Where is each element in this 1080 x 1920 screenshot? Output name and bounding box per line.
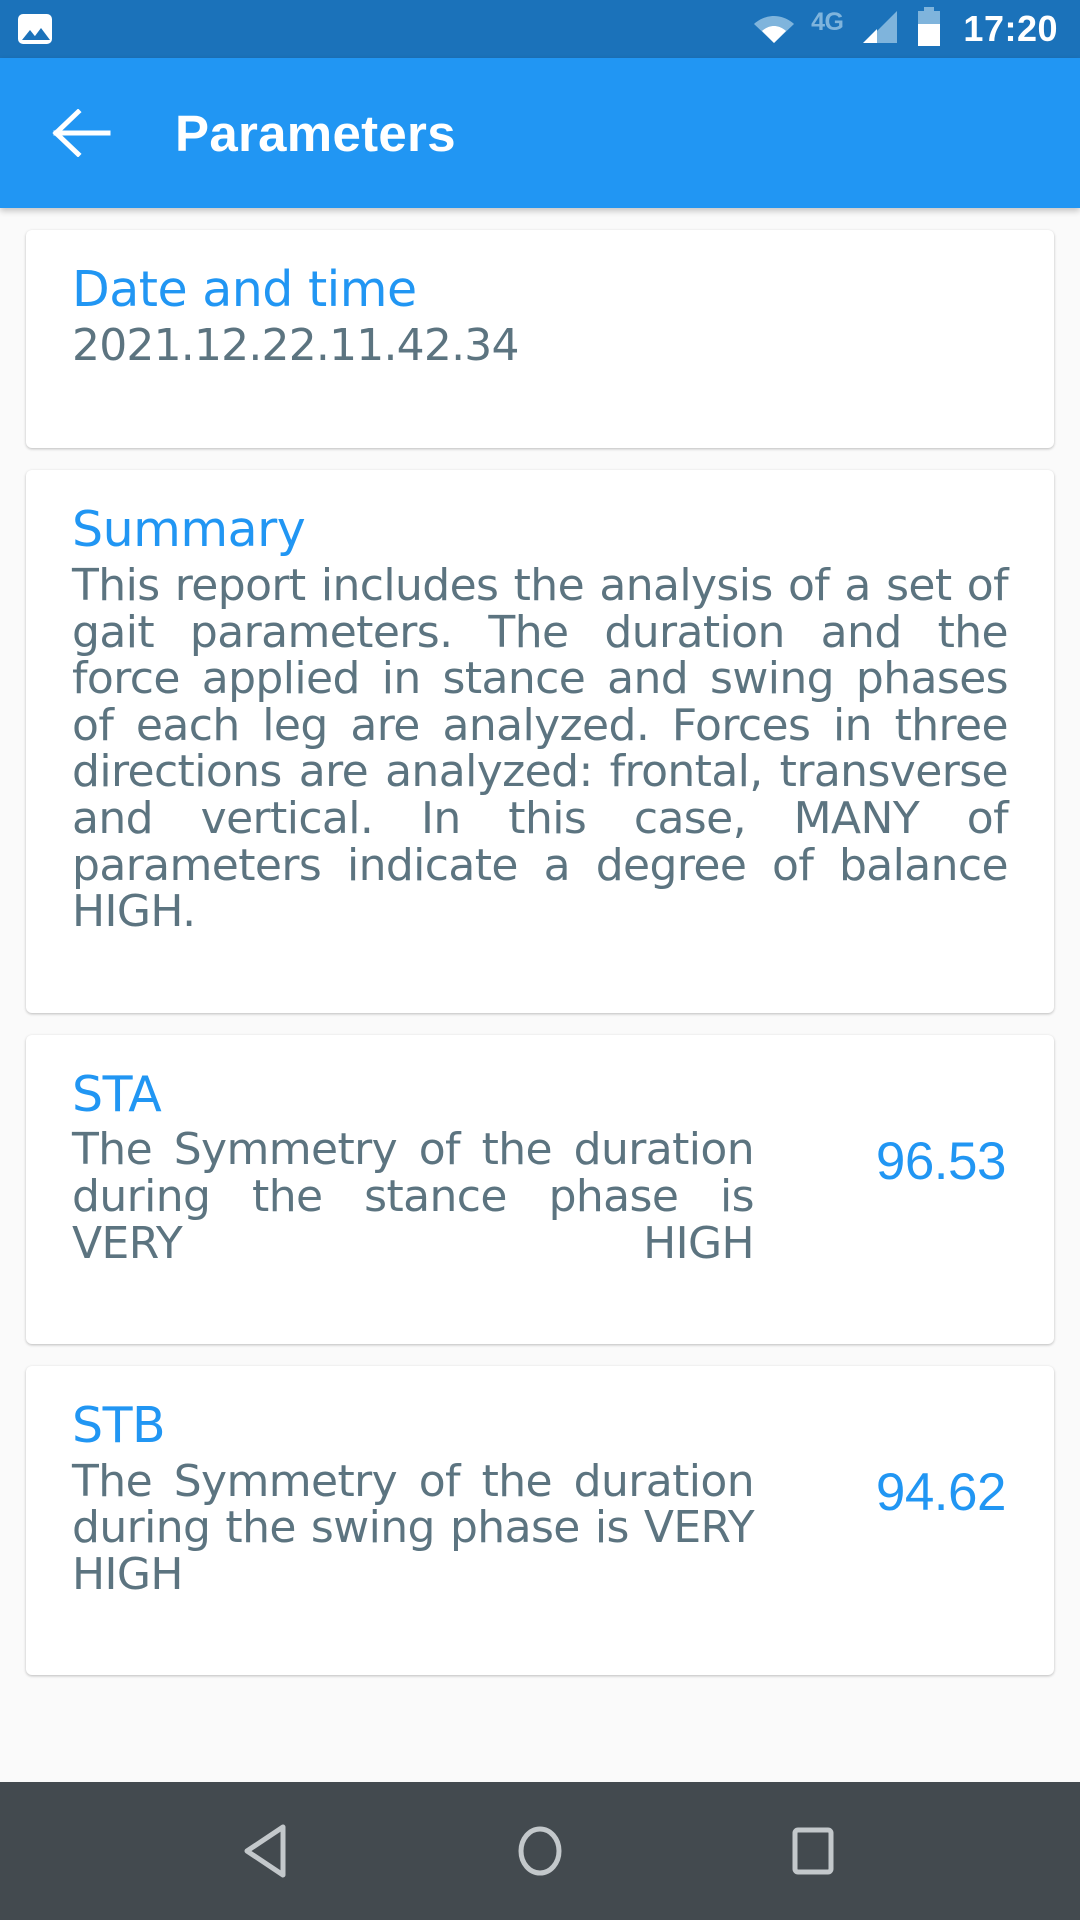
- card-date-and-time[interactable]: Date and time 2021.12.22.11.42.34: [26, 230, 1054, 448]
- card-body: The Symmetry of the duration during the …: [72, 1455, 755, 1601]
- card-body: The Symmetry of the duration during the …: [72, 1124, 755, 1269]
- wifi-icon: [753, 11, 795, 48]
- app-bar: Parameters: [0, 58, 1080, 208]
- parameter-value: 96.53: [875, 1131, 1007, 1191]
- status-bar-notifications: [18, 14, 52, 44]
- photo-notification-icon: [18, 14, 52, 44]
- card-parameter-stb[interactable]: STB The Symmetry of the duration during …: [26, 1365, 1054, 1676]
- card-body: This report includes the analysis of a s…: [72, 559, 1009, 938]
- status-bar-indicators: 4G 17:20: [753, 6, 1058, 52]
- card-title: STA: [72, 1065, 162, 1123]
- card-title: Date and time: [72, 261, 417, 318]
- back-button[interactable]: [48, 98, 118, 168]
- network-type-label: 4G: [811, 7, 844, 36]
- back-arrow-icon: [52, 109, 111, 157]
- nav-back-button[interactable]: [212, 1796, 322, 1906]
- page-title: Parameters: [175, 104, 456, 162]
- battery-icon: [915, 6, 943, 52]
- card-parameter-sta[interactable]: STA The Symmetry of the duration during …: [26, 1034, 1054, 1344]
- parameters-list[interactable]: Date and time 2021.12.22.11.42.34 Summar…: [0, 208, 1080, 1782]
- card-summary[interactable]: Summary This report includes the analysi…: [26, 470, 1054, 1013]
- recents-square-icon: [792, 1827, 834, 1875]
- status-bar: 4G 17:20: [0, 0, 1080, 58]
- card-body: 2021.12.22.11.42.34: [72, 319, 519, 371]
- nav-home-button[interactable]: [485, 1796, 595, 1906]
- home-circle-icon: [518, 1826, 562, 1876]
- status-bar-clock: 17:20: [963, 8, 1058, 49]
- back-triangle-icon: [244, 1824, 286, 1878]
- card-title: Summary: [72, 501, 306, 558]
- system-navigation-bar: [0, 1782, 1080, 1920]
- parameter-value: 94.62: [875, 1462, 1007, 1522]
- card-title: STB: [72, 1396, 166, 1454]
- phone-screen: 4G 17:20 Parameters Date and time 2021.1…: [0, 0, 1080, 1920]
- nav-recents-button[interactable]: [758, 1796, 868, 1906]
- signal-bars-icon: [859, 10, 899, 49]
